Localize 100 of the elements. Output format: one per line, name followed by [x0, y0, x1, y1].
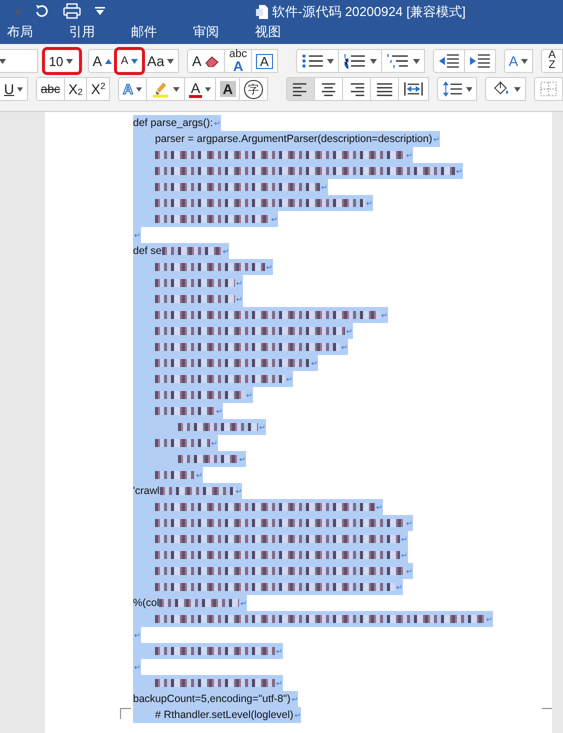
dropdown-caret-icon[interactable] [370, 58, 378, 64]
align-right-button[interactable] [342, 77, 371, 101]
paragraph-mark: ↵ [341, 342, 348, 352]
bullets-button[interactable] [296, 49, 340, 73]
customize-caret-icon[interactable] [95, 7, 105, 15]
line-spacing-icon [442, 80, 463, 98]
ribbon-tab[interactable]: 布局 [5, 22, 35, 42]
code-text: def parse_args(): [133, 117, 213, 129]
highlighter-button[interactable] [146, 77, 185, 101]
paragraph-mark: ↵ [406, 566, 413, 576]
sort-button[interactable]: A Z [540, 49, 563, 73]
paragraph-mark: ↵ [406, 518, 413, 528]
numbered-list-icon [343, 52, 368, 70]
font-size-field[interactable]: 10 [44, 49, 80, 73]
paragraph-mark: ↵ [276, 646, 283, 656]
boxed-button[interactable]: A [250, 49, 278, 73]
dropdown-caret-icon[interactable] [514, 86, 521, 92]
paragraph-mark: ↵ [134, 230, 141, 240]
multilevel-list-icon [386, 52, 410, 70]
enclosed-button[interactable]: 字 [239, 77, 268, 101]
dropdown-caret-icon[interactable] [521, 58, 528, 64]
dropdown-caret-icon[interactable] [17, 86, 24, 92]
font-name-field[interactable] [0, 49, 38, 73]
paragraph-mark: ↵ [196, 470, 203, 480]
case-button[interactable]: Aa [142, 49, 180, 73]
dropdown-caret-icon[interactable] [413, 58, 420, 64]
paragraph-mark: ↵ [134, 662, 141, 672]
indent-button[interactable] [464, 49, 496, 73]
borders-button[interactable] [534, 77, 563, 101]
paragraph-mark: ↵ [266, 262, 273, 272]
dropdown-caret-icon[interactable] [66, 58, 74, 64]
paragraph-mark: ↵ [240, 598, 247, 608]
justify-button[interactable] [370, 77, 399, 101]
phonetic-button[interactable]: abc A [224, 49, 252, 73]
ribbon-tab[interactable]: 引用 [67, 22, 97, 42]
dropdown-caret-icon[interactable] [327, 58, 334, 64]
undo-icon[interactable] [35, 4, 49, 18]
paragraph-mark: ↵ [134, 630, 141, 640]
paragraph-mark: ↵ [433, 134, 440, 144]
paragraph-mark: ↵ [286, 374, 293, 384]
paragraph-mark: ↵ [346, 326, 353, 336]
align-left-button[interactable] [286, 77, 315, 101]
down-triangle-icon [131, 58, 138, 64]
paragraph-mark: ↵ [214, 118, 221, 128]
effects-button[interactable]: A [118, 77, 148, 101]
paragraph-mark: ↵ [246, 390, 253, 400]
distribute-icon [402, 80, 424, 98]
eraser-button[interactable]: A [187, 49, 226, 73]
dropdown-caret-icon[interactable] [466, 86, 472, 92]
document-icon [256, 5, 268, 19]
multilevel-button[interactable] [381, 49, 425, 73]
increase-indent-icon [468, 52, 491, 70]
shading-button[interactable] [485, 77, 526, 101]
paragraph-mark: ↵ [311, 358, 318, 368]
paragraph-mark: ↵ [291, 694, 298, 704]
code-text: parser = argparse.ArgumentParser(description=description) [155, 133, 432, 145]
shrink-button[interactable]: A [116, 49, 144, 73]
paragraph-mark: ↵ [456, 166, 463, 176]
align-center-button[interactable] [314, 77, 343, 101]
outdent-button[interactable] [433, 49, 465, 73]
borders-icon [538, 80, 558, 98]
paragraph-mark: ↵ [222, 246, 230, 256]
code-text: %(col [133, 597, 160, 609]
paragraph-mark: ↵ [276, 678, 283, 688]
underline-button[interactable]: U [0, 77, 28, 101]
code-text: backupCount=5,encoding="utf-8") [133, 693, 290, 705]
subscript-button[interactable]: X2 [64, 77, 88, 101]
code-text: 'crawl [133, 485, 160, 497]
paragraph-mark: ↵ [486, 614, 493, 624]
dropdown-caret-icon[interactable] [173, 86, 180, 92]
dropdown-caret-icon[interactable] [0, 58, 6, 64]
ribbon-tab[interactable]: 视图 [253, 22, 283, 42]
crop-mark [120, 708, 131, 719]
decrease-indent-icon [438, 52, 460, 70]
grow-button[interactable]: A [88, 49, 117, 73]
paragraph-mark: ↵ [236, 278, 243, 288]
shaded-button[interactable]: A [215, 77, 240, 101]
numbering-button[interactable] [338, 49, 382, 73]
distribute-button[interactable] [398, 77, 429, 101]
strike-button[interactable]: abc [36, 77, 65, 101]
paragraph-mark: ↵ [366, 198, 373, 208]
print-icon[interactable] [63, 3, 81, 19]
line-spacing-button[interactable] [436, 77, 478, 101]
paragraph-mark: ↵ [321, 182, 328, 192]
dropdown-caret-icon[interactable] [167, 58, 174, 64]
paragraph-mark: ↵ [401, 550, 408, 560]
paragraph-mark: ↵ [239, 454, 246, 464]
paragraph-mark: ↵ [396, 582, 403, 592]
paragraph-mark: ↵ [236, 294, 243, 304]
paragraph-mark: ↵ [216, 406, 223, 416]
window-title: 软件-源代码 20200924 [兼容模式] [272, 3, 466, 21]
font-color-button[interactable]: A [184, 77, 216, 101]
ribbon-tab[interactable]: 邮件 [129, 22, 159, 42]
dropdown-caret-icon[interactable] [205, 86, 212, 92]
paragraph-mark: ↵ [211, 438, 218, 448]
dropdown-caret-icon[interactable] [136, 86, 142, 92]
direction-button[interactable]: A [504, 49, 533, 73]
code-text: def se [133, 245, 162, 257]
paragraph-mark: ↵ [259, 422, 266, 432]
ribbon-tab[interactable]: 审阅 [191, 22, 221, 42]
